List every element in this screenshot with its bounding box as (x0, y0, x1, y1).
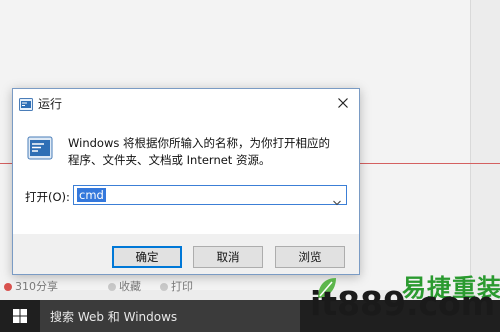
taskbar-search-box[interactable]: 搜索 Web 和 Windows (40, 300, 300, 332)
dialog-footer: 确定 取消 浏览 (13, 234, 359, 274)
command-input-value[interactable]: cmd (77, 188, 106, 202)
chevron-down-icon[interactable] (333, 191, 341, 210)
print-item[interactable]: 打印 (160, 278, 193, 294)
dialog-title: 运行 (38, 97, 63, 111)
favorite-item[interactable]: 收藏 (108, 278, 141, 294)
favorite-label: 收藏 (119, 280, 141, 293)
dialog-description: Windows 将根据你所输入的名称，为你打开相应的程序、文件夹、文档或 Int… (68, 136, 330, 167)
start-button[interactable] (0, 300, 40, 332)
watermark-url: it889.com (310, 284, 496, 323)
close-button[interactable] (333, 93, 353, 113)
windows-logo-icon (13, 309, 27, 323)
run-program-icon (27, 136, 53, 164)
open-label: 打开(O): (25, 190, 70, 204)
print-icon (160, 283, 168, 291)
command-combobox[interactable]: cmd (73, 185, 347, 206)
title-bar[interactable]: 运行 (13, 89, 359, 117)
share-label: 310分享 (15, 280, 58, 293)
share-icon (4, 283, 12, 291)
run-dialog: 运行 Windows 将根据你所输入的名称，为你打开相应的程序、文件夹、文档或 … (12, 88, 360, 275)
close-icon (338, 98, 348, 108)
run-app-icon (19, 96, 33, 115)
site-watermark: 易捷重装 it889.com (306, 270, 500, 332)
search-placeholder: 搜索 Web 和 Windows (50, 310, 178, 324)
print-label: 打印 (171, 280, 193, 293)
share-item[interactable]: 310分享 (4, 278, 58, 294)
ok-button[interactable]: 确定 (112, 246, 182, 268)
background-action-strip: 310分享 收藏 打印 (0, 274, 330, 296)
browse-button[interactable]: 浏览 (275, 246, 345, 268)
favorite-icon (108, 283, 116, 291)
cancel-button[interactable]: 取消 (193, 246, 263, 268)
